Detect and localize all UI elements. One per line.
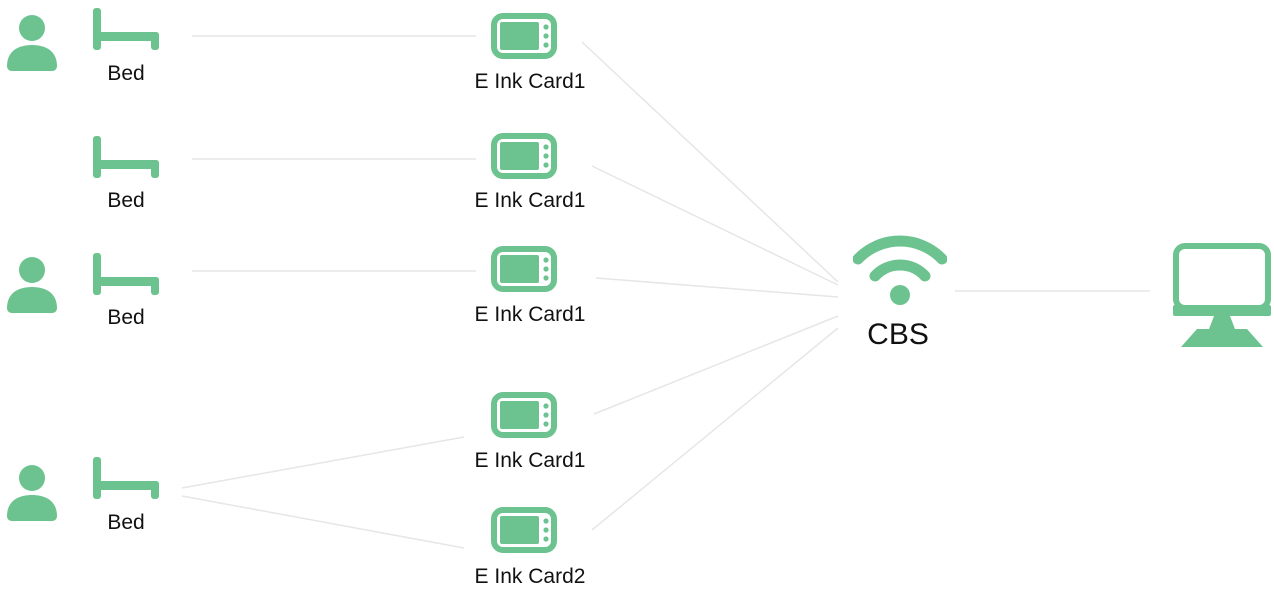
cbs-label: CBS xyxy=(867,318,929,351)
link-bed4-card5 xyxy=(181,495,465,549)
wifi-icon xyxy=(853,235,947,305)
bed-label: Bed xyxy=(107,62,145,85)
bed-label: Bed xyxy=(107,511,145,534)
link-card2-cbs xyxy=(591,165,839,286)
link-card5-cbs xyxy=(591,327,839,531)
eink-card-icon xyxy=(491,507,557,553)
bed-icon xyxy=(93,8,159,50)
bed-icon xyxy=(93,136,159,178)
eink-card-icon xyxy=(491,392,557,438)
bed-icon xyxy=(93,457,159,499)
desktop-monitor-icon xyxy=(1173,243,1271,347)
network-diagram: Bed Bed Bed Bed E Ink Card1 E Ink Card1 … xyxy=(0,0,1274,591)
link-card4-cbs xyxy=(593,315,839,415)
bed-label: Bed xyxy=(107,189,145,212)
card-label: E Ink Card1 xyxy=(474,303,586,326)
connection-lines xyxy=(181,35,1150,549)
link-card1-cbs xyxy=(581,41,839,283)
eink-card-icon xyxy=(491,246,557,292)
person-icon xyxy=(7,257,57,313)
card-label: E Ink Card1 xyxy=(474,449,586,472)
link-bed4-card4 xyxy=(181,436,465,489)
bed-label: Bed xyxy=(107,306,145,329)
link-card3-cbs xyxy=(595,277,839,298)
card-label: E Ink Card2 xyxy=(474,565,586,588)
eink-card-icon xyxy=(491,133,557,179)
person-icon xyxy=(7,15,57,71)
bed-icon xyxy=(93,253,159,295)
card-label: E Ink Card1 xyxy=(474,70,586,93)
person-icon xyxy=(7,465,57,521)
eink-card-icon xyxy=(491,13,557,59)
card-label: E Ink Card1 xyxy=(474,189,586,212)
